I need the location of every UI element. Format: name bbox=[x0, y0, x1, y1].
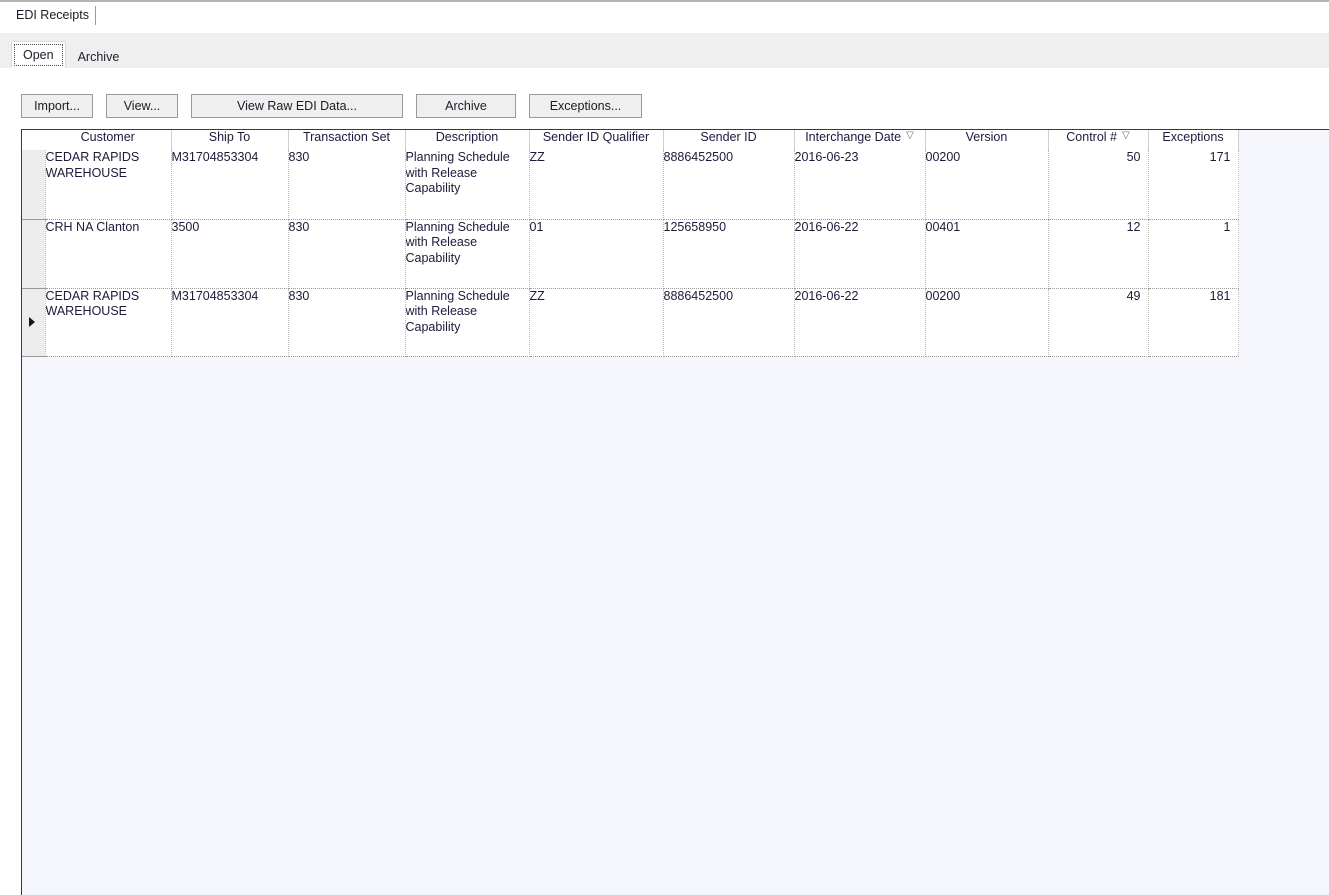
cell-ship-to: M31704853304 bbox=[171, 150, 289, 220]
exceptions-button[interactable]: Exceptions... bbox=[529, 94, 642, 118]
column-header-interchange-date[interactable]: Interchange Date ▽ bbox=[794, 130, 926, 150]
document-tab-divider bbox=[95, 6, 96, 25]
cell-description: Planning Schedule with Release Capabilit… bbox=[405, 150, 530, 220]
edi-receipts-grid[interactable]: Customer Ship To Transaction Set Descrip… bbox=[21, 129, 1329, 895]
column-header-sender-id-qualifier-label: Sender ID Qualifier bbox=[542, 130, 650, 144]
cell-ship-to: 3500 bbox=[171, 219, 289, 289]
column-header-sender-id-label: Sender ID bbox=[700, 130, 757, 144]
open-tab-panel: Import... View... View Raw EDI Data... A… bbox=[0, 68, 1329, 895]
cell-exceptions: 1 bbox=[1148, 219, 1239, 289]
row-selector-cell[interactable] bbox=[22, 288, 46, 357]
cell-control-number: 50 bbox=[1048, 150, 1149, 220]
cell-ship-to: M31704853304 bbox=[171, 288, 289, 357]
cell-version: 00200 bbox=[925, 150, 1049, 220]
cell-control-number: 49 bbox=[1048, 288, 1149, 357]
cell-transaction-set: 830 bbox=[288, 219, 406, 289]
table-row[interactable]: CEDAR RAPIDS WAREHOUSE M31704853304 830 … bbox=[22, 288, 1239, 357]
document-tab-edi-receipts[interactable]: EDI Receipts bbox=[8, 2, 98, 28]
import-button[interactable]: Import... bbox=[21, 94, 93, 118]
sort-descending-icon: ▽ bbox=[906, 130, 914, 141]
column-header-version-label: Version bbox=[965, 130, 1008, 144]
sort-descending-icon: ▽ bbox=[1122, 130, 1130, 141]
table-row[interactable]: CEDAR RAPIDS WAREHOUSE M31704853304 830 … bbox=[22, 150, 1239, 220]
cell-exceptions: 181 bbox=[1148, 288, 1239, 357]
cell-interchange-date: 2016-06-23 bbox=[794, 150, 926, 220]
cell-control-number: 12 bbox=[1048, 219, 1149, 289]
table-body: CEDAR RAPIDS WAREHOUSE M31704853304 830 … bbox=[22, 150, 1239, 357]
cell-sender-id: 125658950 bbox=[663, 219, 795, 289]
document-tab-label: EDI Receipts bbox=[16, 8, 89, 22]
column-header-exceptions[interactable]: Exceptions bbox=[1148, 130, 1239, 150]
column-header-control-number-label: Control # bbox=[1066, 130, 1118, 144]
header-gutter bbox=[22, 130, 45, 150]
cell-version: 00401 bbox=[925, 219, 1049, 289]
tab-archive[interactable]: Archive bbox=[65, 44, 132, 68]
view-raw-edi-data-button[interactable]: View Raw EDI Data... bbox=[191, 94, 403, 118]
cell-interchange-date: 2016-06-22 bbox=[794, 288, 926, 357]
column-header-interchange-date-label: Interchange Date bbox=[805, 130, 902, 144]
table-header: Customer Ship To Transaction Set Descrip… bbox=[22, 130, 1239, 150]
edi-receipts-window: EDI Receipts Open Archive Import... View… bbox=[0, 0, 1329, 895]
column-header-description[interactable]: Description bbox=[405, 130, 530, 150]
column-header-version[interactable]: Version bbox=[925, 130, 1049, 150]
receipts-table: Customer Ship To Transaction Set Descrip… bbox=[22, 130, 1239, 357]
cell-sender-id-qualifier: ZZ bbox=[529, 288, 664, 357]
tab-band bbox=[0, 33, 1329, 69]
table-row[interactable]: CRH NA Clanton 3500 830 Planning Schedul… bbox=[22, 219, 1239, 289]
cell-transaction-set: 830 bbox=[288, 288, 406, 357]
row-selector-cell[interactable] bbox=[22, 150, 46, 220]
column-header-sender-id-qualifier[interactable]: Sender ID Qualifier bbox=[529, 130, 664, 150]
column-header-description-label: Description bbox=[435, 130, 499, 144]
cell-transaction-set: 830 bbox=[288, 150, 406, 220]
cell-customer: CEDAR RAPIDS WAREHOUSE bbox=[45, 150, 172, 220]
document-tabstrip: EDI Receipts bbox=[0, 2, 1329, 29]
column-header-transaction-set[interactable]: Transaction Set bbox=[288, 130, 406, 150]
archive-button[interactable]: Archive bbox=[416, 94, 516, 118]
cell-sender-id-qualifier: 01 bbox=[529, 219, 664, 289]
header-row: Customer Ship To Transaction Set Descrip… bbox=[22, 130, 1239, 150]
grid-scroll-area: Customer Ship To Transaction Set Descrip… bbox=[22, 130, 1239, 357]
row-selector-cell[interactable] bbox=[22, 219, 46, 289]
cell-sender-id: 8886452500 bbox=[663, 288, 795, 357]
cell-sender-id-qualifier: ZZ bbox=[529, 150, 664, 220]
cell-description: Planning Schedule with Release Capabilit… bbox=[405, 288, 530, 357]
cell-sender-id: 8886452500 bbox=[663, 150, 795, 220]
column-header-ship-to-label: Ship To bbox=[208, 130, 251, 144]
column-header-control-number[interactable]: Control # ▽ bbox=[1048, 130, 1149, 150]
tab-open[interactable]: Open bbox=[11, 41, 66, 68]
column-header-customer[interactable]: Customer bbox=[45, 130, 172, 150]
cell-exceptions: 171 bbox=[1148, 150, 1239, 220]
column-header-transaction-set-label: Transaction Set bbox=[302, 130, 391, 144]
tab-archive-label: Archive bbox=[77, 49, 120, 64]
column-header-ship-to[interactable]: Ship To bbox=[171, 130, 289, 150]
tab-open-label: Open bbox=[23, 47, 54, 62]
cell-interchange-date: 2016-06-22 bbox=[794, 219, 926, 289]
column-header-sender-id[interactable]: Sender ID bbox=[663, 130, 795, 150]
column-header-exceptions-label: Exceptions bbox=[1162, 130, 1224, 144]
view-button[interactable]: View... bbox=[106, 94, 178, 118]
cell-description: Planning Schedule with Release Capabilit… bbox=[405, 219, 530, 289]
tab-list: Open Archive bbox=[11, 39, 132, 68]
toolbar: Import... View... View Raw EDI Data... A… bbox=[21, 94, 642, 118]
cell-version: 00200 bbox=[925, 288, 1049, 357]
column-header-customer-label: Customer bbox=[80, 130, 135, 144]
cell-customer: CRH NA Clanton bbox=[45, 219, 172, 289]
cell-customer: CEDAR RAPIDS WAREHOUSE bbox=[45, 288, 172, 357]
current-row-arrow-icon bbox=[29, 317, 35, 327]
